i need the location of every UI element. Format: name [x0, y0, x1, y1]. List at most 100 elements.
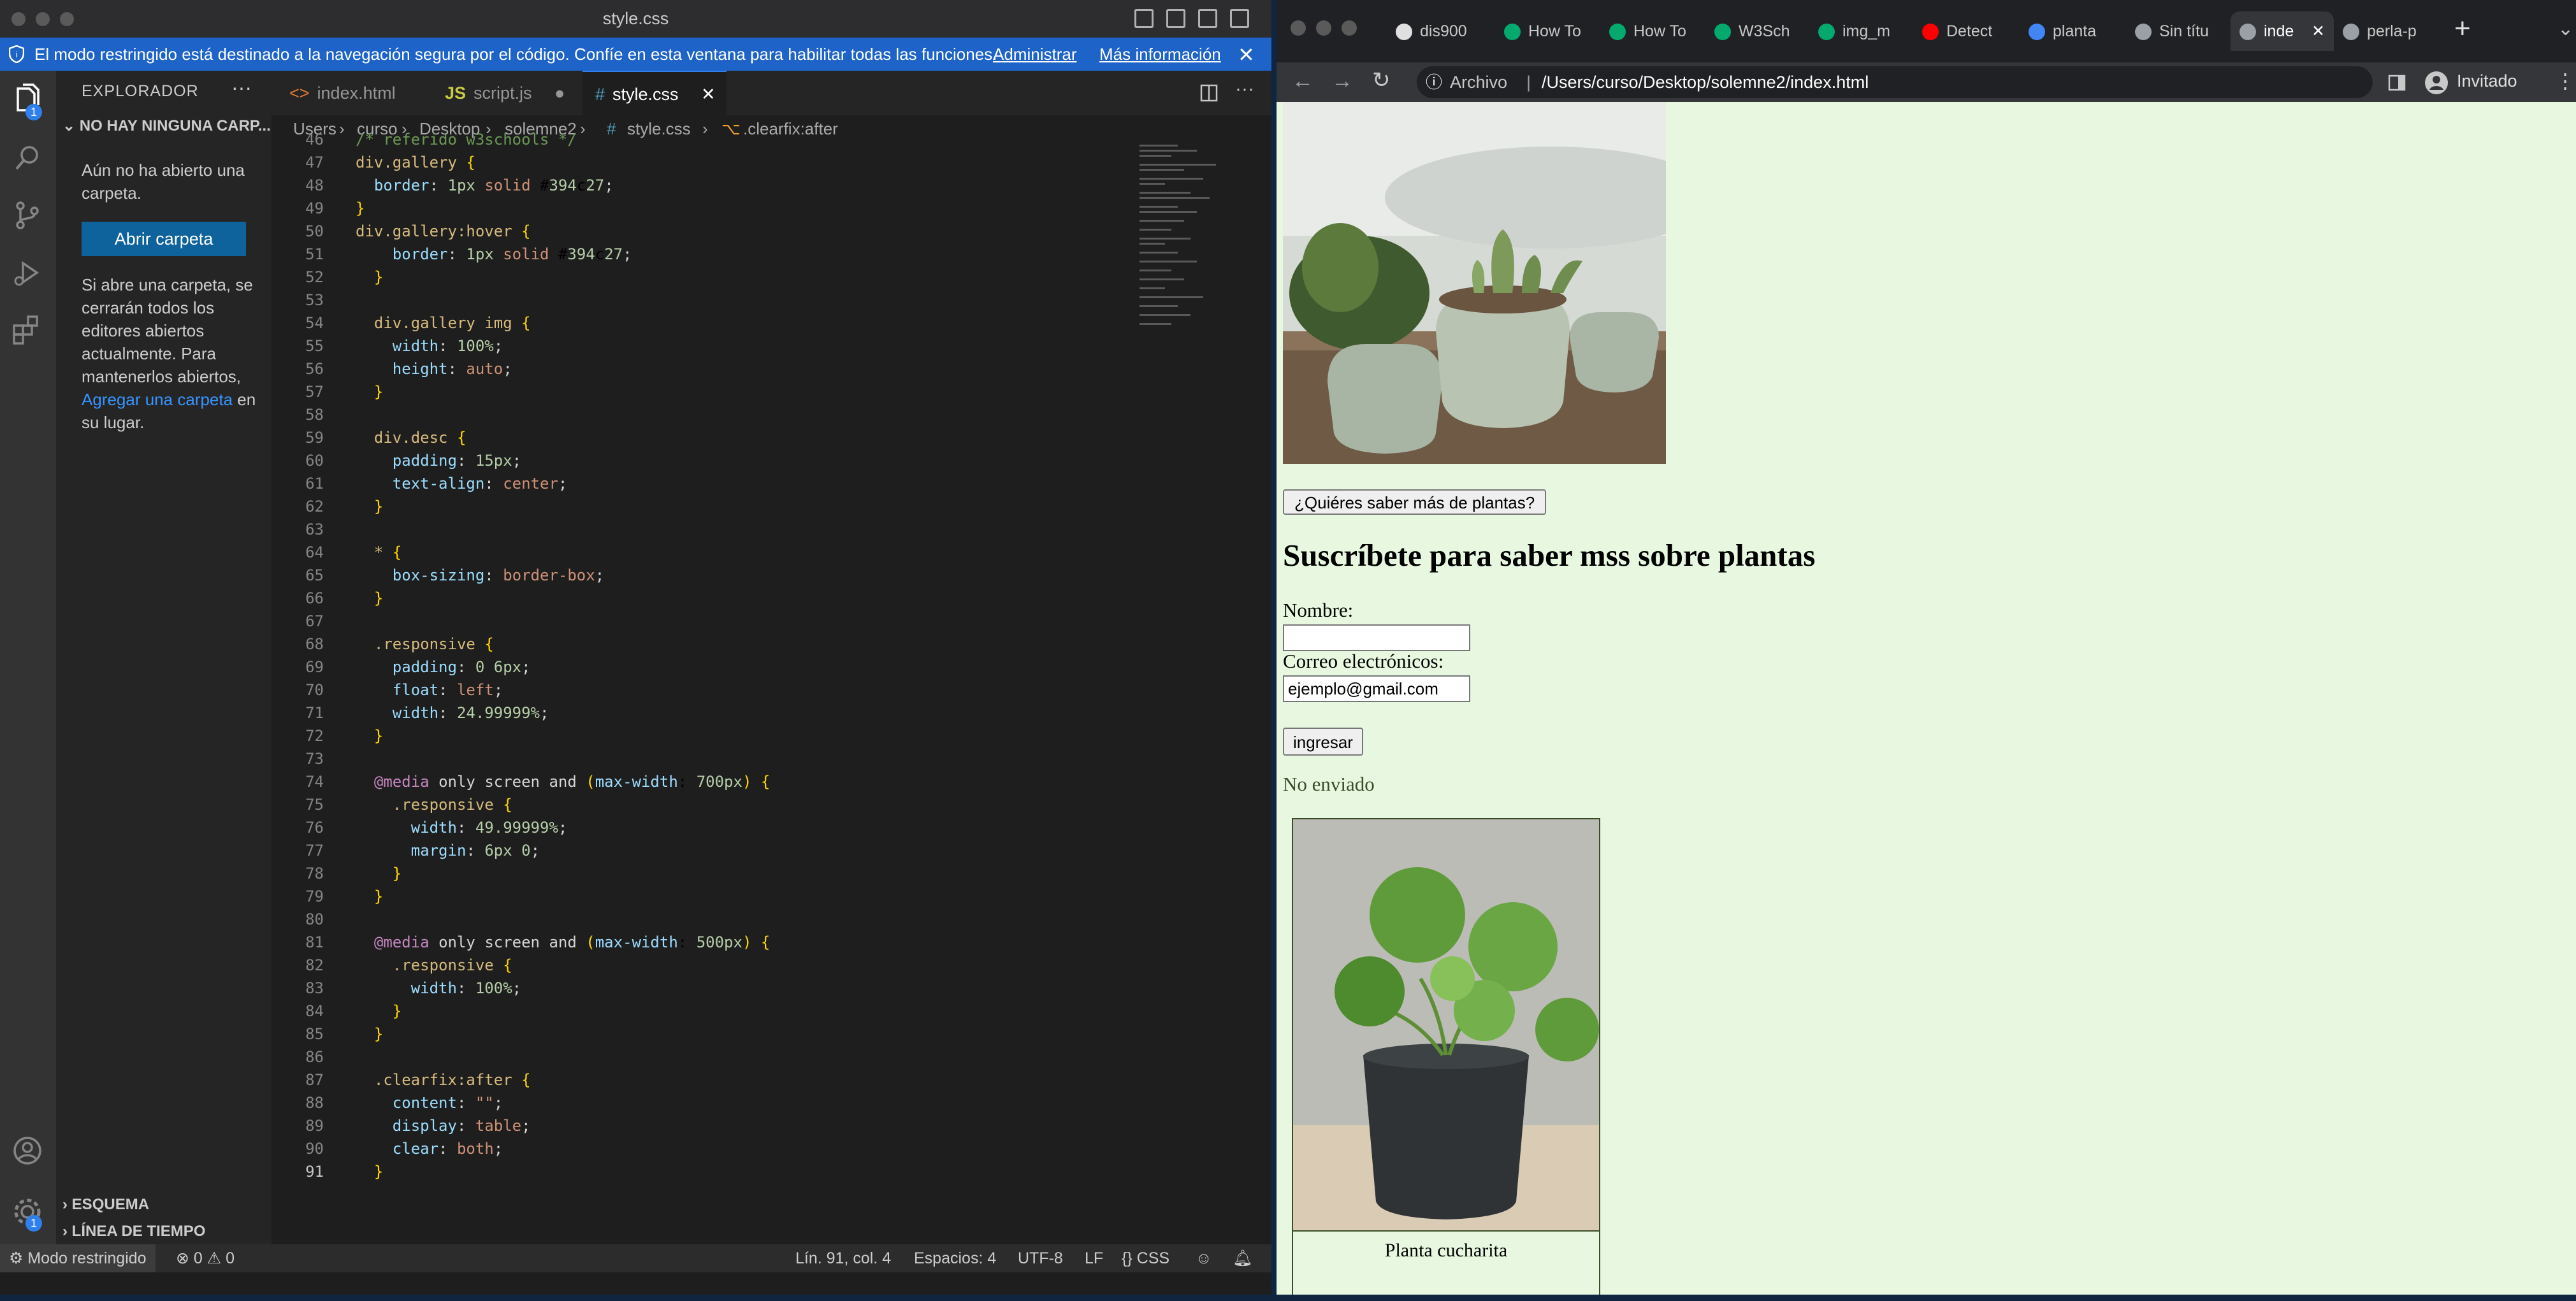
account-icon[interactable] — [9, 1132, 46, 1169]
email-input[interactable]: ejemplo@gmail.com — [1283, 675, 1470, 702]
close-window-button[interactable] — [1291, 20, 1306, 36]
minimize-window-button[interactable] — [1316, 20, 1331, 36]
notifications-bell-icon[interactable]: 🔔︎ — [1233, 1244, 1253, 1272]
learn-more-button[interactable]: ¿Quiéres saber más de plantas? — [1283, 489, 1547, 515]
indentation[interactable]: Espacios: 4 — [914, 1244, 996, 1272]
window-title: style.css — [602, 9, 669, 28]
browser-tab[interactable]: inde ✕ — [2231, 11, 2334, 51]
forward-arrow-icon[interactable]: → — [1331, 69, 1353, 94]
line-number: 61 — [305, 475, 324, 492]
new-tab-button[interactable]: + — [2454, 13, 2471, 45]
chrome-menu-icon[interactable]: ⋮ — [2555, 69, 2575, 93]
code-line: float: left; — [392, 681, 503, 699]
settings-badge: 1 — [25, 1215, 42, 1232]
code-line: @media only screen and (max-width: 500px… — [373, 933, 771, 951]
folder-info-text: Si abre una carpeta, se cerrarán todos l… — [82, 273, 260, 434]
youtube-favicon-icon — [1922, 24, 1939, 41]
minimap[interactable] — [1136, 142, 1263, 397]
line-number: 48 — [305, 176, 324, 194]
gallery-card[interactable]: Planta cucharita — [1292, 818, 1600, 1295]
code-line: text-align: center; — [392, 475, 568, 492]
tab-style-css[interactable]: # style.css ✕ — [582, 71, 727, 115]
manage-link[interactable]: Administrar — [993, 45, 1076, 64]
tab-search-icon[interactable]: ⌄ — [2558, 18, 2573, 40]
browser-tab[interactable]: img_m — [1809, 11, 1913, 51]
close-tab-icon[interactable]: ✕ — [2312, 11, 2325, 51]
toggle-secondary-sidebar-icon[interactable] — [1198, 9, 1217, 28]
browser-tab[interactable]: Sin títu — [2126, 11, 2231, 51]
address-bar[interactable]: ⓘ Archivo | /Users/curso/Desktop/solemne… — [1417, 66, 2373, 98]
line-number: 52 — [305, 268, 324, 286]
browser-tab[interactable]: dis900 — [1387, 11, 1495, 51]
tab-label: index.html — [317, 83, 396, 103]
line-number: 78 — [305, 865, 324, 882]
back-arrow-icon[interactable]: ← — [1292, 69, 1313, 94]
run-debug-icon[interactable] — [9, 254, 46, 291]
open-folder-button[interactable]: Abrir carpeta — [82, 222, 246, 256]
encoding[interactable]: UTF-8 — [1018, 1244, 1063, 1272]
address-separator: | — [1526, 73, 1531, 92]
restricted-mode-indicator[interactable]: ⚙ Modo restringido — [0, 1244, 156, 1272]
source-control-icon[interactable] — [9, 197, 46, 234]
name-input[interactable] — [1283, 624, 1470, 651]
editor-scrollbar[interactable] — [1259, 142, 1270, 1237]
browser-tab[interactable]: How To — [1495, 11, 1600, 51]
line-number: 46 — [305, 131, 324, 148]
submit-button[interactable]: ingresar — [1283, 728, 1363, 756]
tab-script-js[interactable]: JS script.js ● — [427, 71, 582, 115]
close-tab-icon[interactable]: ✕ — [701, 72, 716, 117]
side-panel-icon[interactable] — [2388, 74, 2406, 92]
code-line: @media only screen and (max-width: 700px… — [373, 773, 771, 791]
line-number: 71 — [305, 704, 324, 722]
line-number: 80 — [305, 910, 324, 928]
info-icon[interactable]: ⓘ — [1426, 66, 1442, 98]
browser-tab[interactable]: planta — [2020, 11, 2126, 51]
line-number: 55 — [305, 337, 324, 355]
close-banner-icon[interactable]: ✕ — [1238, 43, 1255, 67]
search-icon[interactable] — [9, 140, 46, 176]
language-mode[interactable]: {} CSS — [1122, 1244, 1169, 1272]
breadcrumb-file[interactable]: style.css — [627, 115, 691, 142]
profile-label[interactable]: Invitado — [2457, 71, 2517, 91]
browser-tab[interactable]: perla-p — [2334, 11, 2429, 51]
timeline-section[interactable]: › LÍNEA DE TIEMPO — [62, 1223, 205, 1240]
code-line: height: auto; — [392, 360, 512, 378]
no-folder-section[interactable]: ⌄ NO HAY NINGUNA CARP... — [62, 117, 271, 135]
browser-tab[interactable]: How To — [1600, 11, 1705, 51]
breadcrumb-symbol[interactable]: .clearfix:after — [743, 115, 838, 142]
cursor-position[interactable]: Lín. 91, col. 4 — [795, 1244, 891, 1272]
problems-indicator[interactable]: ⊗ 0 ⚠ 0 — [176, 1244, 235, 1272]
line-number: 64 — [305, 543, 324, 561]
browser-tab[interactable]: Detect — [1913, 11, 2020, 51]
toggle-panel-icon[interactable] — [1166, 9, 1185, 28]
feedback-icon[interactable]: ☺ — [1196, 1244, 1212, 1272]
split-editor-icon[interactable] — [1199, 83, 1219, 103]
editor-more-actions[interactable]: ··· — [1235, 78, 1254, 100]
tab-index-html[interactable]: <> index.html — [271, 71, 427, 115]
browser-toolbar: ← → ↻ ⓘ Archivo | /Users/curso/Desktop/s… — [1277, 62, 2576, 102]
guest-avatar-icon[interactable] — [2424, 70, 2449, 96]
add-folder-link[interactable]: Agregar una carpeta — [82, 390, 233, 409]
line-number: 83 — [305, 979, 324, 997]
eol[interactable]: LF — [1085, 1244, 1103, 1272]
outline-section[interactable]: › ESQUEMA — [62, 1196, 149, 1214]
line-number: 53 — [305, 291, 324, 309]
customize-layout-icon[interactable] — [1230, 9, 1249, 28]
reload-icon[interactable]: ↻ — [1372, 68, 1391, 93]
restricted-mode-message: El modo restringido está destinado a la … — [34, 45, 997, 64]
hero-plants-image — [1283, 102, 1666, 464]
explorer-more-actions[interactable]: ··· — [231, 76, 252, 99]
extensions-icon[interactable] — [9, 312, 46, 349]
zoom-window-button[interactable] — [1342, 20, 1357, 36]
line-number: 57 — [305, 383, 324, 401]
code-line: display: table; — [392, 1117, 531, 1135]
code-line: width: 100%; — [410, 979, 522, 997]
browser-tab[interactable]: W3Sch — [1705, 11, 1809, 51]
browser-tab-label: perla-p — [2367, 22, 2417, 40]
line-number: 87 — [305, 1071, 324, 1089]
restricted-mode-banner: i El modo restringido está destinado a l… — [0, 38, 1271, 71]
code-editor[interactable]: /* referido w3schools */ div.gallery { bo… — [356, 131, 1133, 1237]
tab-label: style.css — [612, 85, 679, 104]
more-info-link[interactable]: Más información — [1099, 45, 1221, 64]
toggle-sidebar-icon[interactable] — [1134, 9, 1154, 28]
